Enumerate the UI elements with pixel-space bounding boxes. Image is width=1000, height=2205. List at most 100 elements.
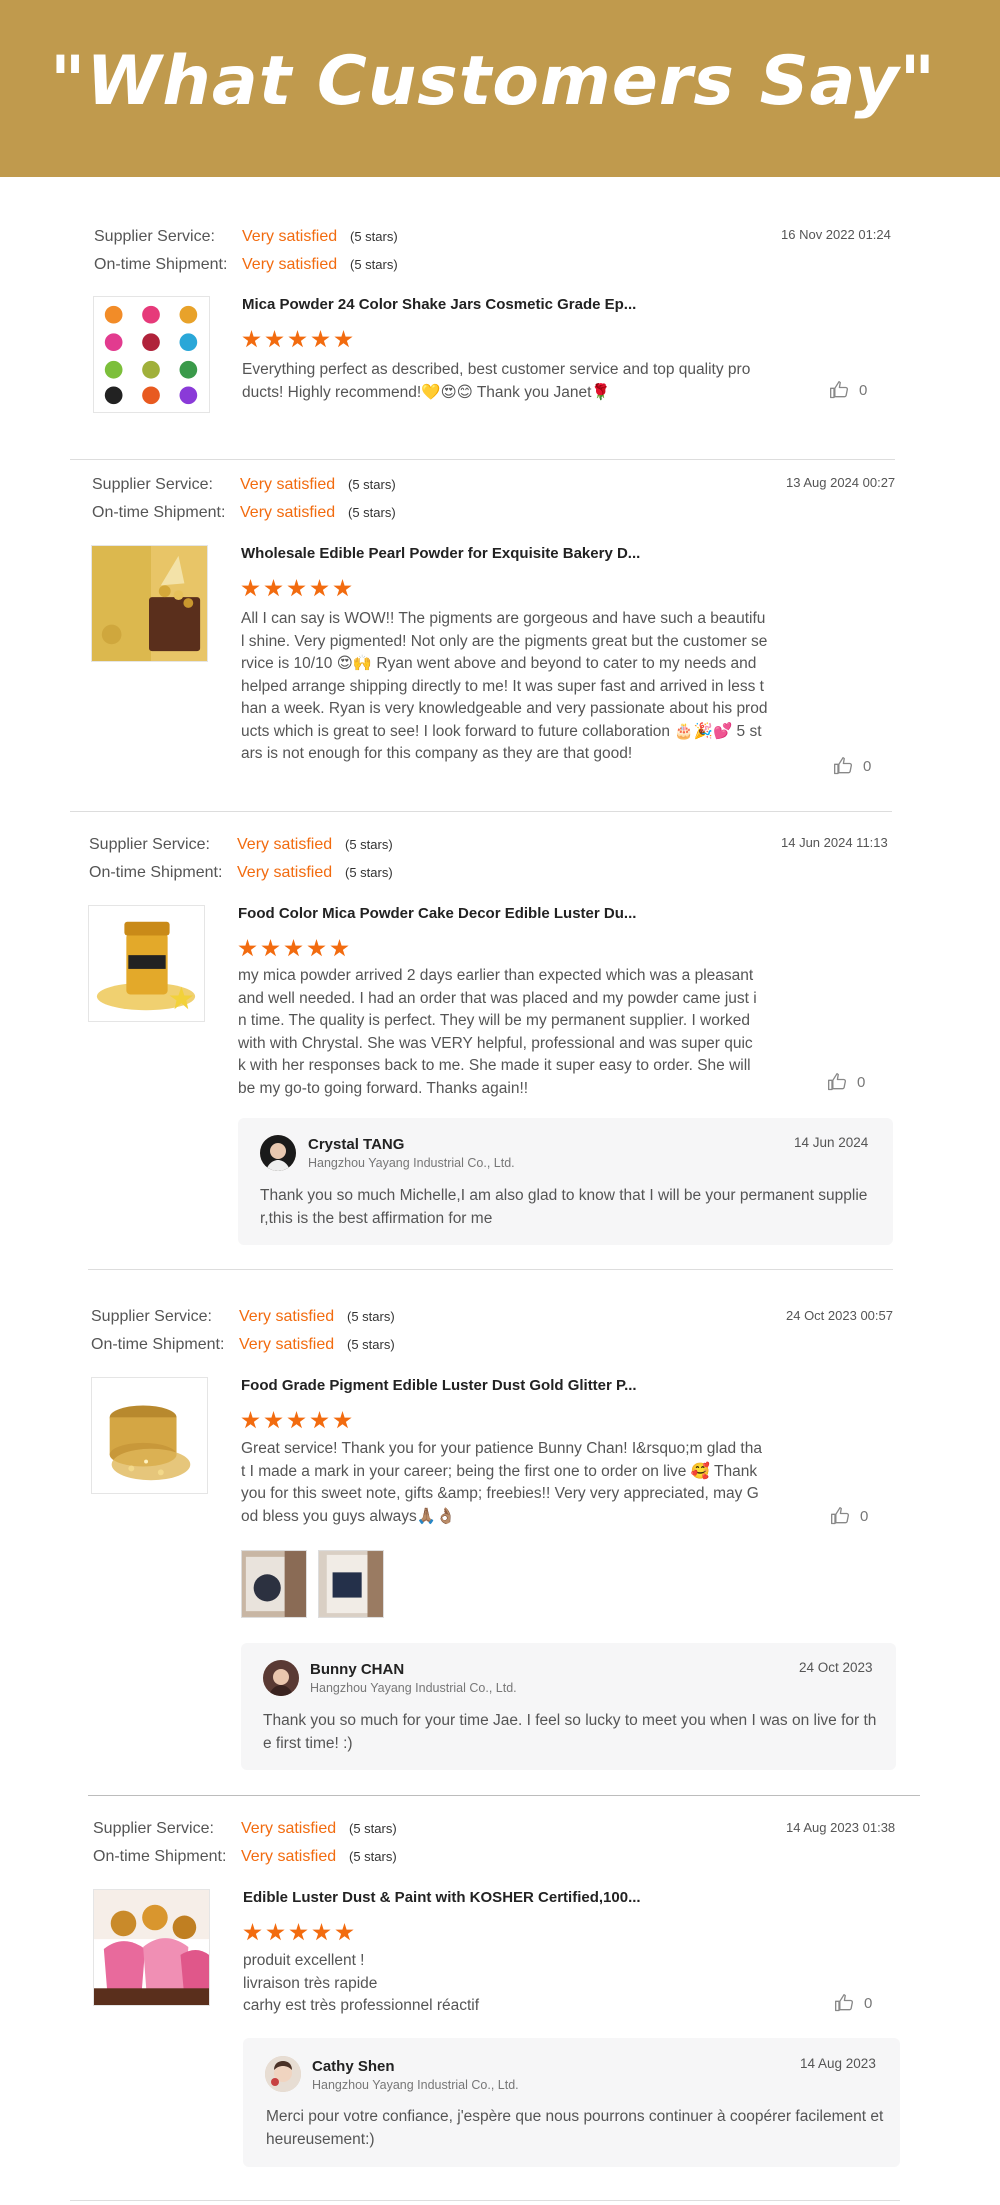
- product-thumbnail[interactable]: [88, 905, 205, 1022]
- product-title[interactable]: Wholesale Edible Pearl Powder for Exquis…: [241, 545, 640, 562]
- product-thumbnail[interactable]: [93, 296, 210, 413]
- supplier-service-row: Supplier Service: Very satisfied (5 star…: [89, 835, 439, 855]
- like-count: 0: [857, 1073, 866, 1091]
- review-photo[interactable]: [241, 1550, 307, 1618]
- review-comment: Great service! Thank you for your patien…: [241, 1440, 762, 1525]
- review-comment: produit excellent ! livraison très rapid…: [243, 1952, 480, 2014]
- on-time-shipment-label: On-time Shipment:: [91, 1336, 225, 1353]
- like-count: 0: [864, 1994, 873, 2012]
- supplier-service-label: Supplier Service:: [89, 836, 210, 853]
- avatar: [260, 1135, 296, 1171]
- stars-text: (5 stars): [348, 477, 396, 492]
- reply-date: 14 Jun 2024: [794, 1135, 869, 1150]
- supplier-reply: Crystal TANG Hangzhou Yayang Industrial …: [238, 1118, 893, 1245]
- product-title[interactable]: Food Color Mica Powder Cake Decor Edible…: [238, 905, 636, 922]
- star-icon: [241, 579, 260, 597]
- supplier-service-label: Supplier Service:: [92, 476, 213, 493]
- review-photo[interactable]: [318, 1550, 384, 1618]
- reply-company: Hangzhou Yayang Industrial Co., Ltd.: [310, 1681, 517, 1695]
- thumbs-up-icon: [834, 757, 852, 775]
- avatar: [265, 2056, 301, 2092]
- star-icon: [238, 939, 257, 957]
- like-count: 0: [860, 1507, 869, 1525]
- product-title[interactable]: Edible Luster Dust & Paint with KOSHER C…: [243, 1889, 641, 1906]
- on-time-shipment-row: On-time Shipment: Very satisfied (5 star…: [89, 863, 439, 883]
- star-icon: [310, 1411, 329, 1429]
- star-icon: [335, 1923, 354, 1941]
- star-icon: [289, 1923, 308, 1941]
- review-stars: [241, 579, 352, 598]
- satisfaction-value: Very satisfied: [241, 1820, 337, 1837]
- star-icon: [330, 939, 349, 957]
- on-time-shipment-label: On-time Shipment:: [94, 256, 228, 273]
- stars-text: (5 stars): [345, 837, 393, 852]
- star-icon: [265, 330, 284, 348]
- star-icon: [261, 939, 280, 957]
- on-time-shipment-label: On-time Shipment:: [93, 1848, 227, 1865]
- reply-date: 24 Oct 2023: [799, 1660, 873, 1675]
- stars-text: (5 stars): [349, 1849, 397, 1864]
- product-title[interactable]: Mica Powder 24 Color Shake Jars Cosmetic…: [242, 296, 636, 313]
- product-title[interactable]: Food Grade Pigment Edible Luster Dust Go…: [241, 1377, 637, 1394]
- review-divider: [88, 1795, 920, 1796]
- reply-company: Hangzhou Yayang Industrial Co., Ltd.: [312, 2078, 519, 2092]
- thumbs-up-icon: [831, 1507, 849, 1525]
- like-button[interactable]: 0: [834, 1993, 872, 2013]
- satisfaction-value: Very satisfied: [242, 228, 338, 245]
- review-date: 13 Aug 2024 00:27: [786, 475, 896, 490]
- thumbs-up-icon: [835, 1994, 853, 2012]
- star-icon: [311, 330, 330, 348]
- stars-text: (5 stars): [349, 1821, 397, 1836]
- on-time-shipment-label: On-time Shipment:: [92, 504, 226, 521]
- review-stars: [238, 939, 349, 958]
- satisfaction-value: Very satisfied: [237, 864, 333, 881]
- star-icon: [333, 579, 352, 597]
- star-icon: [287, 1411, 306, 1429]
- supplier-service-label: Supplier Service:: [93, 1820, 214, 1837]
- stars-text: (5 stars): [348, 505, 396, 520]
- review-divider: [70, 459, 895, 460]
- supplier-service-label: Supplier Service:: [94, 228, 215, 245]
- product-thumbnail[interactable]: [93, 1889, 210, 2006]
- supplier-service-row: Supplier Service: Very satisfied (5 star…: [93, 1819, 443, 1839]
- thumbs-up-icon: [830, 381, 848, 399]
- star-icon: [287, 579, 306, 597]
- like-button[interactable]: 0: [827, 1072, 865, 1092]
- satisfaction-value: Very satisfied: [237, 836, 333, 853]
- review-divider: [88, 1269, 893, 1270]
- reply-name: Crystal TANG: [308, 1136, 405, 1153]
- supplier-service-label: Supplier Service:: [91, 1308, 212, 1325]
- product-thumbnail[interactable]: [91, 1377, 208, 1494]
- avatar: [263, 1660, 299, 1696]
- satisfaction-value: Very satisfied: [240, 504, 336, 521]
- star-icon: [333, 1411, 352, 1429]
- on-time-shipment-row: On-time Shipment: Very satisfied (5 star…: [93, 1847, 443, 1867]
- like-button[interactable]: 0: [829, 380, 867, 400]
- satisfaction-value: Very satisfied: [241, 1848, 337, 1865]
- star-icon: [266, 1923, 285, 1941]
- product-thumbnail[interactable]: [91, 545, 208, 662]
- review-divider: [70, 2200, 900, 2201]
- reply-name: Cathy Shen: [312, 2058, 395, 2075]
- page-title: "What Customers Say": [50, 42, 937, 121]
- like-button[interactable]: 0: [833, 756, 871, 776]
- reply-name: Bunny CHAN: [310, 1661, 405, 1678]
- on-time-shipment-row: On-time Shipment: Very satisfied (5 star…: [91, 1335, 441, 1355]
- like-button[interactable]: 0: [830, 1506, 868, 1526]
- review-stars: [243, 1923, 354, 1942]
- header-banner: "What Customers Say": [0, 0, 1000, 177]
- review-stars: [241, 1411, 352, 1430]
- stars-text: (5 stars): [350, 257, 398, 272]
- stars-text: (5 stars): [345, 865, 393, 880]
- on-time-shipment-row: On-time Shipment: Very satisfied (5 star…: [92, 503, 442, 523]
- supplier-service-row: Supplier Service: Very satisfied (5 star…: [91, 1307, 441, 1327]
- review-date: 14 Aug 2023 01:38: [786, 1820, 896, 1835]
- star-icon: [288, 330, 307, 348]
- star-icon: [310, 579, 329, 597]
- reply-date: 14 Aug 2023: [800, 2056, 876, 2071]
- like-count: 0: [863, 757, 872, 775]
- star-icon: [284, 939, 303, 957]
- review-comment: my mica powder arrived 2 days earlier th…: [238, 967, 757, 1097]
- review-date: 24 Oct 2023 00:57: [786, 1308, 893, 1323]
- supplier-reply: Bunny CHAN Hangzhou Yayang Industrial Co…: [241, 1643, 896, 1770]
